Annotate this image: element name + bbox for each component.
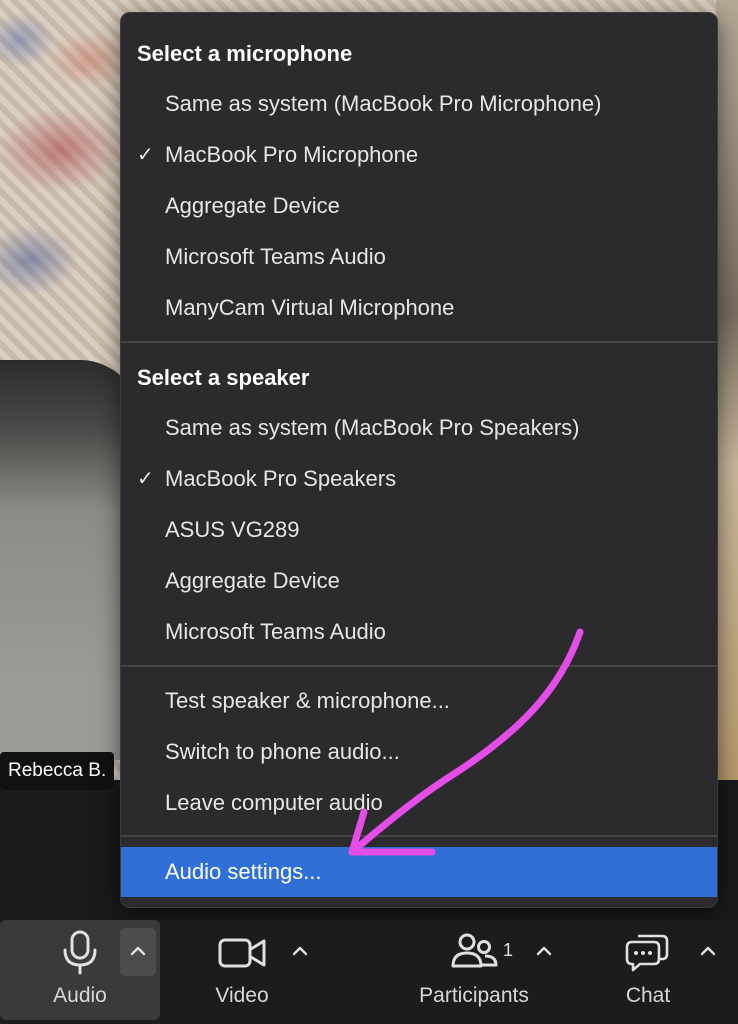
mic-option-label: MacBook Pro Microphone — [165, 142, 419, 167]
mic-option-label: Microsoft Teams Audio — [165, 244, 386, 269]
chat-bubble-icon — [625, 934, 669, 972]
chevron-up-icon — [536, 946, 552, 956]
mic-option-label: Aggregate Device — [165, 193, 340, 218]
audio-button-label: Audio — [53, 984, 107, 1007]
microphone-icon — [63, 930, 97, 975]
chat-button[interactable]: Chat — [598, 920, 698, 1020]
chat-options-caret[interactable] — [690, 928, 726, 976]
audio-settings-item[interactable]: Audio settings... — [121, 847, 717, 897]
switch-phone-audio-item[interactable]: Switch to phone audio... — [121, 729, 717, 775]
speaker-option-same-as-system[interactable]: Same as system (MacBook Pro Speakers) — [121, 405, 717, 451]
chevron-up-icon — [292, 946, 308, 956]
audio-options-caret[interactable] — [120, 928, 156, 976]
video-button-label: Video — [215, 984, 269, 1007]
speaker-option-aggregate[interactable]: Aggregate Device — [121, 558, 717, 604]
leave-computer-audio-item[interactable]: Leave computer audio — [121, 780, 717, 826]
mic-option-manycam[interactable]: ManyCam Virtual Microphone — [121, 285, 717, 331]
participant-name-tag: Rebecca B. — [0, 752, 115, 790]
speaker-option-label: Microsoft Teams Audio — [165, 619, 386, 644]
video-right-edge — [716, 0, 738, 780]
mic-option-macbook-pro[interactable]: ✓ MacBook Pro Microphone — [121, 132, 717, 178]
menu-divider — [121, 665, 717, 667]
microphone-section-title: Select a microphone — [137, 41, 353, 66]
mic-option-aggregate[interactable]: Aggregate Device — [121, 183, 717, 229]
participants-options-caret[interactable] — [526, 928, 562, 976]
audio-options-menu: Select a microphone Same as system (MacB… — [120, 12, 718, 908]
mic-option-same-as-system[interactable]: Same as system (MacBook Pro Microphone) — [121, 81, 717, 127]
participants-count: 1 — [503, 940, 514, 960]
participants-icon — [451, 933, 498, 968]
speaker-option-label: MacBook Pro Speakers — [165, 466, 397, 491]
checkmark-icon: ✓ — [137, 144, 154, 166]
audio-settings-label: Audio settings... — [165, 859, 322, 884]
speaker-option-macbook-pro[interactable]: ✓ MacBook Pro Speakers — [121, 456, 717, 502]
menu-divider — [121, 341, 717, 343]
speaker-option-teams-audio[interactable]: Microsoft Teams Audio — [121, 609, 717, 655]
video-chair — [0, 360, 140, 740]
speaker-option-label: Same as system (MacBook Pro Speakers) — [165, 415, 580, 440]
video-camera-icon — [218, 938, 266, 968]
mic-option-label: ManyCam Virtual Microphone — [165, 295, 455, 320]
action-label: Test speaker & microphone... — [165, 688, 450, 713]
action-label: Switch to phone audio... — [165, 739, 400, 764]
participants-button-label: Participants — [419, 984, 529, 1007]
menu-divider — [121, 835, 717, 837]
checkmark-icon: ✓ — [137, 468, 154, 490]
speaker-option-asus[interactable]: ASUS VG289 — [121, 507, 717, 553]
speaker-option-label: ASUS VG289 — [165, 517, 300, 542]
mic-option-teams-audio[interactable]: Microsoft Teams Audio — [121, 234, 717, 280]
mic-option-label: Same as system (MacBook Pro Microphone) — [165, 91, 602, 116]
chat-button-label: Chat — [625, 984, 671, 1007]
meeting-toolbar: Audio Video Participants 1 Chat — [0, 920, 738, 1024]
chevron-up-icon — [700, 946, 716, 956]
action-label: Leave computer audio — [165, 790, 383, 815]
video-options-caret[interactable] — [282, 928, 318, 976]
test-speaker-mic-item[interactable]: Test speaker & microphone... — [121, 678, 717, 724]
speaker-section-title: Select a speaker — [137, 365, 310, 390]
chevron-up-icon — [130, 946, 146, 956]
speaker-option-label: Aggregate Device — [165, 568, 340, 593]
